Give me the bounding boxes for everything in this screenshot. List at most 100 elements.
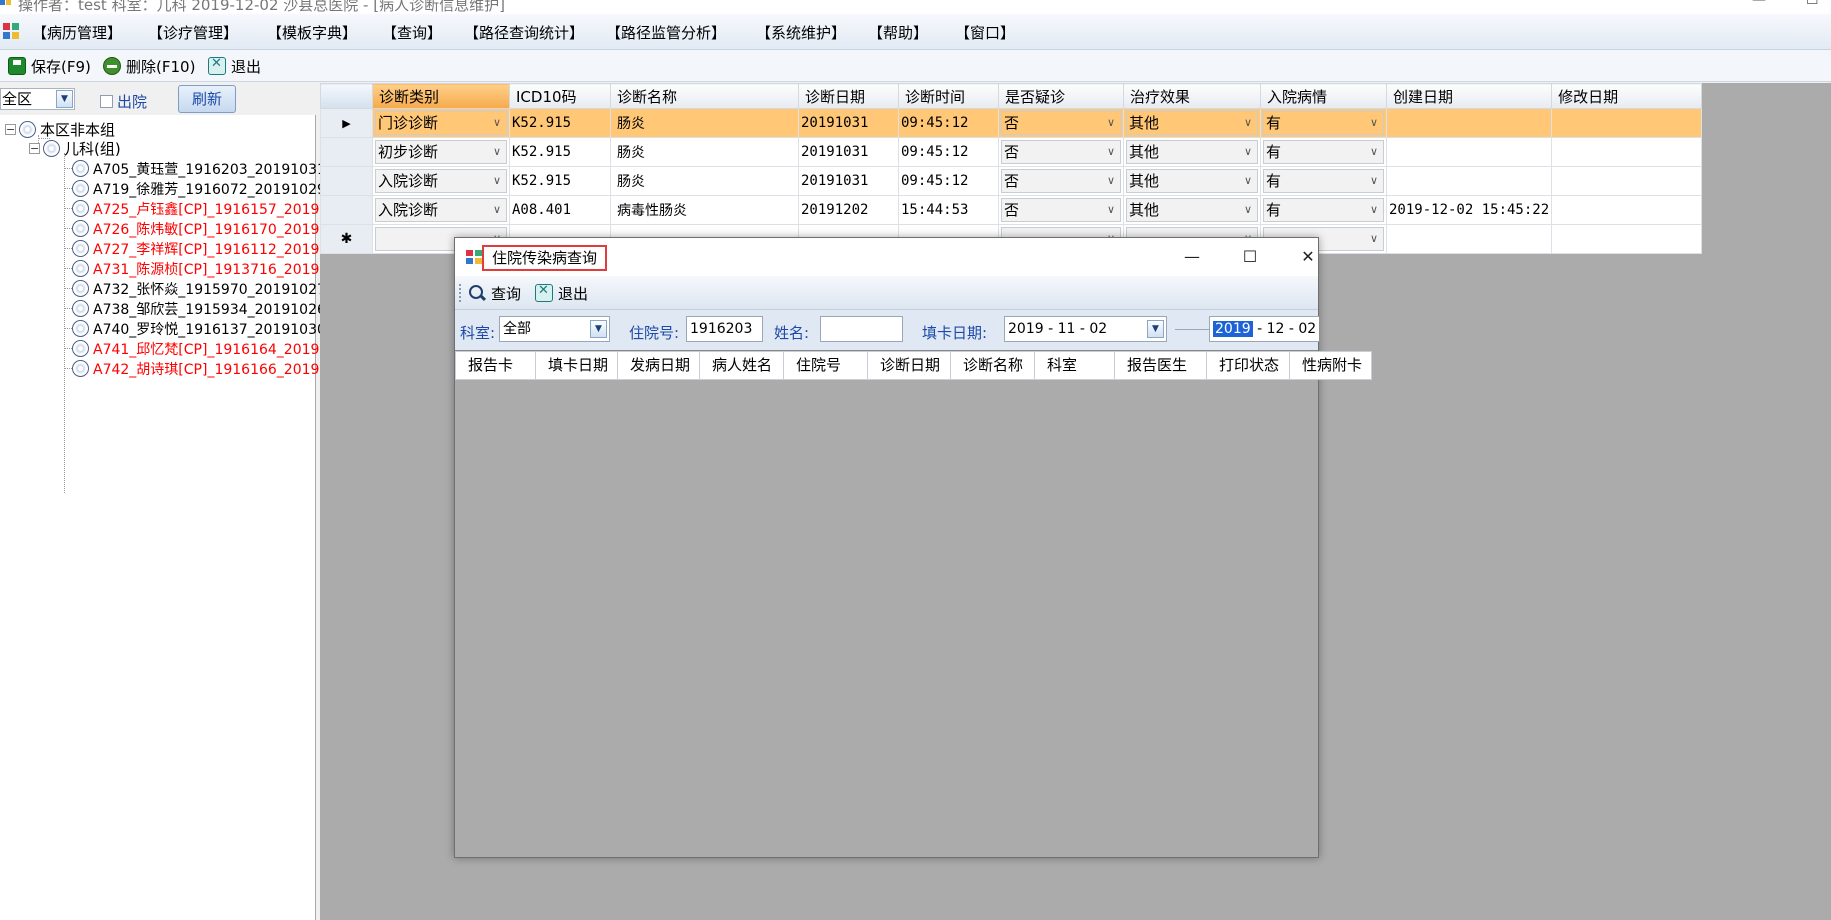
menu-path-stats[interactable]: 【路径查询统计】 [464,22,584,43]
tree-node-patient[interactable]: A738_邹欣芸_1915934_20191026 [72,299,326,318]
cell-type[interactable]: 入院诊断 ∨ [372,195,510,225]
row-header[interactable] [320,195,373,225]
cell-icd[interactable]: K52.915 [509,108,611,138]
cell-time[interactable]: 15:44:53 [898,195,999,225]
effect-combo[interactable]: 其他 ∨ [1126,198,1258,222]
dialog-col-header[interactable]: 诊断日期 [868,351,951,380]
name-input[interactable] [820,316,903,342]
grid-row[interactable]: 入院诊断 ∨ K52.915 肠炎 20191031 09:45:12 否 ∨ 其他 ∨ 有 ∨ [320,166,1703,196]
cell-created[interactable]: 2019-12-02 15:45:22 [1385,195,1553,225]
tree-node-patient[interactable]: A705_黄珏萱_1916203_20191031 [72,159,326,178]
row-header[interactable]: ▶ [320,108,373,138]
tree-node-patient[interactable]: A719_徐雅芳_1916072_20191029 [72,179,326,198]
cell-type[interactable]: 入院诊断 ∨ [372,166,510,196]
cell-effect[interactable]: 其他 ∨ [1123,166,1261,196]
dept-select[interactable]: 全部 ▼ [499,316,610,342]
cell-time[interactable]: 09:45:12 [898,137,999,167]
cell-date[interactable]: 20191031 [798,108,899,138]
col-header-date[interactable]: 诊断日期 [798,83,899,109]
chevron-down-icon[interactable]: ∨ [1239,141,1257,163]
cell-date[interactable]: 20191202 [798,195,899,225]
cell-time[interactable]: 09:45:12 [898,108,999,138]
cell-created[interactable] [1385,137,1553,167]
menu-path-monitor[interactable]: 【路径监管分析】 [606,22,726,43]
cell-admission[interactable]: 有 ∨ [1260,137,1387,167]
cell-name[interactable]: 病毒性肠炎 [610,195,799,225]
effect-combo[interactable]: 其他 ∨ [1126,140,1258,164]
admission-combo[interactable]: 有 ∨ [1263,140,1384,164]
tree-node-patient[interactable]: A732_张怀焱_1915970_20191027 [72,279,326,298]
tree-node-group[interactable]: − 儿科(组) [29,139,121,158]
type-combo[interactable]: 门诊诊断 ∨ [375,111,507,135]
exit-button[interactable]: 退出 [208,54,261,78]
close-icon[interactable]: ✕ [1288,243,1328,271]
inpatient-no-input[interactable]: 1916203 [686,316,763,342]
cell-effect[interactable]: 其他 ∨ [1123,108,1261,138]
chevron-down-icon[interactable]: ∨ [1102,170,1120,192]
query-button[interactable]: 查询 [468,281,521,305]
dialog-col-header[interactable]: 发病日期 [618,351,700,380]
effect-combo[interactable]: 其他 ∨ [1126,169,1258,193]
col-header-type[interactable]: 诊断类别 [372,83,510,109]
col-header-name[interactable]: 诊断名称 [610,83,799,109]
suspect-combo[interactable]: 否 ∨ [1001,140,1121,164]
discharged-checkbox[interactable]: 出院 [100,91,147,112]
tree-node-patient[interactable]: A726_陈炜敏[CP]_1916170_20191 [72,219,328,238]
chevron-down-icon[interactable]: ∨ [1365,170,1383,192]
cell-type[interactable]: 初步诊断 ∨ [372,137,510,167]
menu-templates[interactable]: 【模板字典】 [267,22,357,43]
cell-name[interactable]: 肠炎 [610,137,799,167]
tree-node-patient[interactable]: A731_陈源桢[CP]_1913716_20191 [72,259,328,278]
cell-suspect[interactable]: 否 ∨ [998,166,1124,196]
dialog-col-header[interactable]: 报告医生 [1115,351,1207,380]
minimize-icon[interactable]: — [1172,243,1212,271]
cell-date[interactable]: 20191031 [798,137,899,167]
delete-button[interactable]: 删除(F10) [103,54,195,78]
date-to-picker[interactable]: 2019 - 12 - 02 [1209,316,1319,342]
type-combo[interactable]: 入院诊断 ∨ [375,169,507,193]
cell-type[interactable]: 门诊诊断 ∨ [372,108,510,138]
cell-icd[interactable]: K52.915 [509,137,611,167]
dialog-col-header[interactable]: 填卡日期 [536,351,618,380]
menu-query[interactable]: 【查询】 [382,22,442,43]
cell-admission[interactable]: 有 ∨ [1260,166,1387,196]
tree-node-patient[interactable]: A741_邱忆梵[CP]_1916164_20191 [72,339,328,358]
collapse-icon[interactable]: − [5,124,16,135]
collapse-icon[interactable]: − [29,143,40,154]
cell-admission[interactable]: 有 ∨ [1260,195,1387,225]
menu-window[interactable]: 【窗口】 [955,22,1015,43]
admission-combo[interactable]: 有 ∨ [1263,169,1384,193]
admission-combo[interactable]: 有 ∨ [1263,111,1384,135]
cell-name[interactable]: 肠炎 [610,108,799,138]
cell-created[interactable] [1385,108,1553,138]
cell-modified[interactable] [1551,195,1703,225]
dialog-col-header[interactable]: 报告卡 [455,351,536,380]
col-header-admission[interactable]: 入院病情 [1260,83,1387,109]
chevron-down-icon[interactable]: ∨ [1365,228,1383,250]
cell-time[interactable]: 09:45:12 [898,166,999,196]
cell-modified[interactable] [1551,166,1703,196]
col-header-time[interactable]: 诊断时间 [898,83,999,109]
checkbox-box[interactable] [100,95,113,108]
cell-suspect[interactable]: 否 ∨ [998,195,1124,225]
suspect-combo[interactable]: 否 ∨ [1001,111,1121,135]
menu-help[interactable]: 【帮助】 [868,22,928,43]
chevron-down-icon[interactable]: ∨ [1365,199,1383,221]
cell-effect[interactable]: 其他 ∨ [1123,137,1261,167]
col-header-effect[interactable]: 治疗效果 [1123,83,1261,109]
cell-suspect[interactable]: 否 ∨ [998,137,1124,167]
chevron-down-icon[interactable]: ∨ [1102,112,1120,134]
cell-icd[interactable]: K52.915 [509,166,611,196]
suspect-combo[interactable]: 否 ∨ [1001,198,1121,222]
tree-node-patient[interactable]: A740_罗玲悦_1916137_20191030 [72,319,326,338]
new-row-cell[interactable] [1551,224,1703,254]
dialog-col-header[interactable]: 科室 [1035,351,1115,380]
dialog-col-header[interactable]: 病人姓名 [700,351,784,380]
chevron-down-icon[interactable]: ∨ [1365,112,1383,134]
cell-name[interactable]: 肠炎 [610,166,799,196]
chevron-down-icon[interactable]: ∨ [1365,141,1383,163]
tree-node-root[interactable]: − 本区非本组 [5,120,115,139]
grid-row[interactable]: ▶ 门诊诊断 ∨ K52.915 肠炎 20191031 09:45:12 否 ∨ 其他 ∨ 有 ∨ [320,108,1703,138]
chevron-down-icon[interactable]: ▼ [56,90,73,108]
dialog-col-header[interactable]: 诊断名称 [951,351,1035,380]
